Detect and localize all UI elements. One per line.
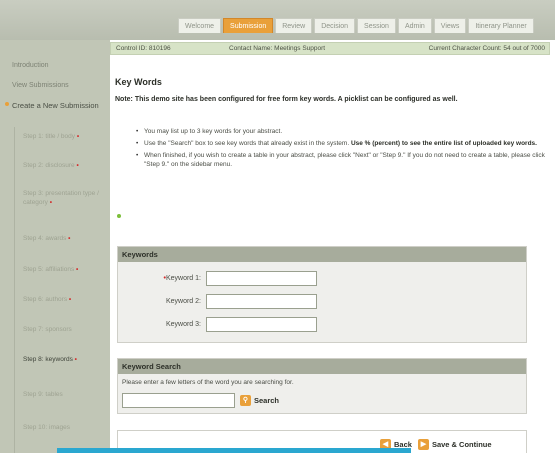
step-label: Step 8: keywords: [23, 356, 73, 363]
sidebar: Introduction View Submissions Create a N…: [0, 40, 110, 453]
tab-itinerary-planner[interactable]: Itinerary Planner: [468, 18, 534, 33]
search-button-label: Search: [254, 396, 280, 405]
keyword-1-input[interactable]: [206, 271, 317, 286]
tab-session[interactable]: Session: [357, 18, 396, 33]
keyword-2-input[interactable]: [206, 294, 317, 309]
tab-views[interactable]: Views: [433, 18, 467, 33]
current-section-marker: [5, 102, 9, 106]
step-label: Step 9: tables: [23, 391, 63, 398]
instruction-text: Use the "Search" box to see key words th…: [144, 140, 350, 147]
sidebar-step-8[interactable]: Step 8: keywords •: [23, 355, 107, 364]
required-marker: •: [68, 296, 72, 303]
search-icon: ⚲: [240, 395, 251, 406]
status-dot: [117, 214, 121, 218]
keyword-row-1: •Keyword 1:: [118, 271, 526, 287]
required-marker: •: [76, 266, 79, 273]
sidebar-step-9[interactable]: Step 9: tables: [23, 390, 107, 399]
sidebar-step-6[interactable]: Step 6: authors •: [23, 295, 107, 304]
tab-review[interactable]: Review: [275, 18, 313, 33]
required-marker: •: [68, 235, 71, 242]
search-button[interactable]: ⚲ Search: [240, 394, 279, 407]
config-note: Note: This demo site has been configured…: [115, 96, 458, 103]
instructions-list: You may list up to 3 key words for your …: [136, 127, 548, 172]
sidebar-step-7[interactable]: Step 7: sponsors: [23, 325, 107, 334]
required-marker: •: [74, 356, 77, 363]
sidebar-step-1[interactable]: Step 1: title / body •: [23, 132, 107, 141]
sidebar-current-section[interactable]: Create a New Submission: [12, 101, 107, 111]
required-marker: •: [49, 199, 53, 206]
save-continue-label: Save & Continue: [431, 440, 492, 449]
step-label: Step 2: disclosure: [23, 162, 75, 169]
save-continue-button[interactable]: ▶ Save & Continue: [417, 439, 492, 450]
step-label: Step 6: authors: [23, 296, 68, 303]
sidebar-step-5[interactable]: Step 5: affiliations •: [23, 265, 107, 274]
tab-decision[interactable]: Decision: [314, 18, 356, 33]
keyword-label-text: Keyword 1:: [165, 275, 201, 282]
submission-info-bar: Control ID: 810196 Contact Name: Meeting…: [110, 42, 550, 55]
sidebar-steps: Step 1: title / body • Step 2: disclosur…: [14, 127, 106, 453]
sidebar-link-view-submissions[interactable]: View Submissions: [12, 82, 69, 89]
keyword-1-label: •Keyword 1:: [164, 275, 201, 282]
instruction-item: Use the "Search" box to see key words th…: [136, 139, 548, 148]
instruction-bold: Use % (percent) to see the entire list o…: [350, 140, 537, 147]
control-id: Control ID: 810196: [116, 45, 171, 52]
page-title: Key Words: [115, 77, 162, 87]
tab-welcome[interactable]: Welcome: [178, 18, 222, 33]
step-label: Step 7: sponsors: [23, 326, 72, 333]
sidebar-step-10[interactable]: Step 10: images: [23, 423, 107, 432]
contact-name: Contact Name: Meetings Support: [229, 45, 326, 52]
keyword-3-label: Keyword 3:: [165, 321, 201, 328]
tab-admin[interactable]: Admin: [397, 18, 432, 33]
keyword-search-input[interactable]: [122, 393, 235, 408]
keyword-row-3: Keyword 3:: [118, 317, 526, 333]
instruction-item: You may list up to 3 key words for your …: [136, 127, 548, 136]
step-label: Step 3: presentation type / category: [23, 190, 99, 206]
sidebar-step-4[interactable]: Step 4: awards •: [23, 234, 107, 243]
keyword-2-label: Keyword 2:: [165, 298, 201, 305]
top-bar: Welcome Submission Review Decision Sessi…: [0, 0, 555, 40]
step-label: Step 10: images: [23, 424, 70, 431]
character-count: Current Character Count: 54 out of 7000: [428, 45, 545, 52]
keywords-box: Keywords •Keyword 1: Keyword 2: Keyword …: [117, 246, 527, 343]
keywords-heading: Keywords: [118, 247, 526, 262]
required-marker: •: [76, 133, 80, 140]
step-label: Step 4: awards: [23, 235, 67, 242]
instruction-item: When finished, if you wish to create a t…: [136, 151, 548, 169]
bottom-progress-strip: [57, 448, 411, 453]
sidebar-step-2[interactable]: Step 2: disclosure •: [23, 161, 107, 170]
keyword-3-input[interactable]: [206, 317, 317, 332]
step-label: Step 1: title / body: [23, 133, 76, 140]
forward-arrow-icon: ▶: [417, 439, 429, 450]
keyword-search-heading: Keyword Search: [118, 359, 526, 374]
required-marker: •: [76, 162, 79, 169]
step-label: Step 5: affiliations: [23, 266, 75, 273]
keyword-search-box: Keyword Search Please enter a few letter…: [117, 358, 527, 414]
tab-submission[interactable]: Submission: [223, 18, 274, 33]
keyword-row-2: Keyword 2:: [118, 294, 526, 310]
main-panel: Control ID: 810196 Contact Name: Meeting…: [110, 40, 555, 453]
instruction-text: When finished, if you wish to create a t…: [144, 152, 545, 168]
sidebar-step-3[interactable]: Step 3: presentation type / category •: [23, 189, 107, 207]
main-tabs: Welcome Submission Review Decision Sessi…: [178, 18, 534, 33]
instruction-text: You may list up to 3 key words for your …: [144, 128, 283, 135]
keyword-search-hint: Please enter a few letters of the word y…: [122, 379, 294, 386]
sidebar-link-introduction[interactable]: Introduction: [12, 62, 49, 69]
